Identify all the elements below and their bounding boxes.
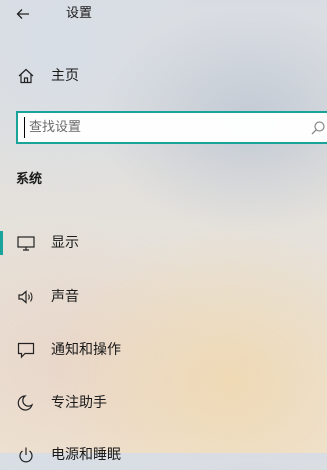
sidebar-item-notifications[interactable]: 通知和操作 <box>0 335 327 365</box>
monitor-icon <box>17 236 35 251</box>
sidebar-item-label: 显示 <box>51 235 79 251</box>
settings-pane: 设置 主页 系统 显示 声音 通 <box>0 0 327 463</box>
nav-home-label: 主页 <box>51 68 79 84</box>
search-box <box>16 111 327 144</box>
sidebar-item-display[interactable]: 显示 <box>0 228 327 258</box>
power-icon <box>19 447 33 463</box>
search-icon[interactable] <box>310 120 326 136</box>
sidebar-item-label: 电源和睡眠 <box>51 447 121 463</box>
back-button[interactable] <box>10 3 36 25</box>
selected-indicator <box>0 231 3 255</box>
sidebar-item-label: 专注助手 <box>51 395 107 411</box>
title-bar: 设置 <box>0 0 327 30</box>
sidebar-item-sound[interactable]: 声音 <box>0 282 327 312</box>
moon-icon <box>17 395 34 411</box>
section-title-system: 系统 <box>16 172 43 187</box>
nav-home[interactable]: 主页 <box>0 62 327 90</box>
notification-icon <box>17 342 35 359</box>
sidebar-item-power-sleep[interactable]: 电源和睡眠 <box>0 440 327 470</box>
home-icon <box>18 68 34 84</box>
sidebar-item-label: 通知和操作 <box>51 342 121 358</box>
sidebar-item-label: 声音 <box>51 289 79 305</box>
speaker-icon <box>18 290 33 304</box>
window-title: 设置 <box>66 6 93 21</box>
search-input[interactable] <box>24 117 309 138</box>
sidebar-item-focus-assist[interactable]: 专注助手 <box>0 388 327 418</box>
back-arrow-icon <box>16 9 29 19</box>
